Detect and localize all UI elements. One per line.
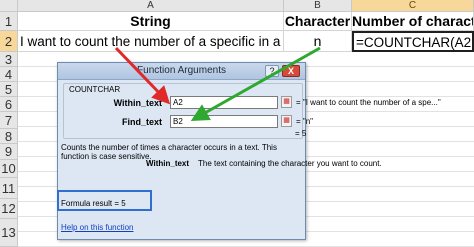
red-arrow bbox=[114, 46, 171, 105]
green-arrow bbox=[190, 46, 321, 121]
annotation-arrows bbox=[114, 46, 321, 121]
